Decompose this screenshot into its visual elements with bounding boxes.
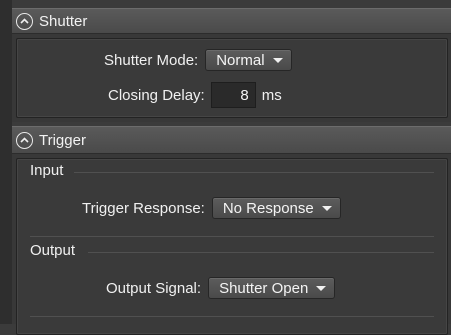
trigger-response-row: Trigger Response: No Response [82, 197, 341, 219]
shutter-mode-label: Shutter Mode: [104, 51, 199, 69]
output-bottom-divider [30, 316, 434, 317]
shutter-section-body: Shutter Mode: Normal Closing Delay: ms [12, 34, 451, 122]
trigger-response-value: No Response [222, 199, 314, 217]
output-subgroup-title: Output [30, 242, 75, 259]
closing-delay-unit: ms [261, 86, 282, 104]
chevron-up-icon [20, 137, 29, 143]
output-signal-dropdown[interactable]: Shutter Open [208, 277, 336, 299]
output-divider [88, 252, 434, 253]
trigger-response-dropdown[interactable]: No Response [211, 197, 341, 219]
left-gutter [0, 0, 12, 324]
trigger-section-body: Input Trigger Response: No Response Outp… [12, 154, 451, 335]
trigger-section-title: Trigger [39, 131, 86, 149]
closing-delay-row: Closing Delay: ms [108, 82, 282, 108]
shutter-mode-dropdown[interactable]: Normal [205, 49, 292, 71]
collapse-trigger-button[interactable] [16, 131, 33, 149]
chevron-up-icon [20, 18, 29, 24]
chevron-down-icon [321, 205, 332, 211]
output-signal-row: Output Signal: Shutter Open [106, 277, 336, 299]
trigger-response-label: Trigger Response: [82, 199, 205, 217]
shutter-mode-value: Normal [216, 51, 265, 69]
input-divider [74, 172, 434, 173]
closing-delay-input[interactable] [210, 82, 256, 108]
input-bottom-divider [30, 236, 434, 237]
shutter-section-title: Shutter [39, 12, 88, 30]
input-subgroup-title: Input [30, 162, 63, 179]
output-subgroup-label: Output [30, 242, 76, 259]
shutter-section-header[interactable]: Shutter [12, 8, 451, 34]
chevron-down-icon [316, 285, 327, 291]
chevron-down-icon [272, 57, 283, 63]
closing-delay-label: Closing Delay: [108, 86, 205, 104]
shutter-mode-row: Shutter Mode: Normal [104, 49, 292, 71]
output-signal-value: Shutter Open [219, 279, 309, 297]
trigger-section-header[interactable]: Trigger [12, 126, 451, 154]
trigger-group-box [16, 158, 448, 335]
output-signal-label: Output Signal: [106, 279, 202, 297]
collapse-shutter-button[interactable] [16, 12, 33, 30]
input-subgroup-label: Input [30, 162, 64, 179]
